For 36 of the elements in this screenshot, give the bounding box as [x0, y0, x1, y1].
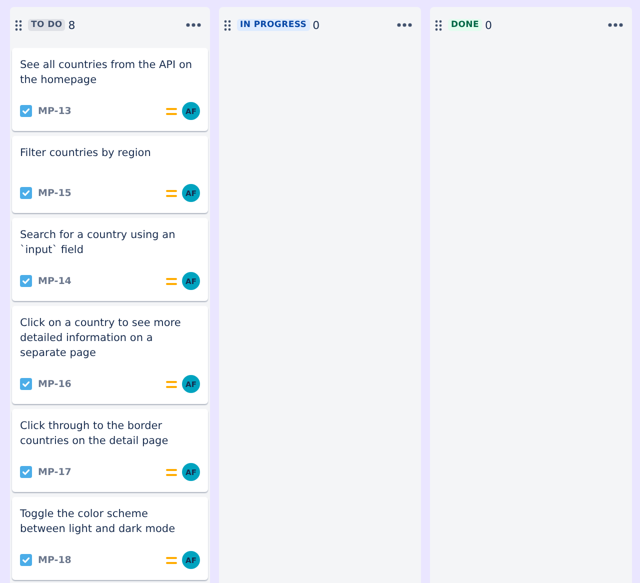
status-lozenge: DONE	[448, 19, 482, 31]
issue-title: Toggle the color scheme between light and dark mode	[20, 507, 176, 537]
task-icon	[20, 554, 32, 566]
priority-icon	[166, 468, 177, 476]
priority-icon	[166, 190, 177, 196]
issue-title: Click through to the border countries on the detail page	[20, 419, 170, 449]
issue-title: Filter countries by region	[20, 146, 152, 161]
issue-count: 0	[485, 18, 492, 32]
issue-key[interactable]: MP-15	[38, 188, 72, 198]
priority-icon	[166, 278, 177, 284]
more-icon	[186, 23, 201, 27]
issue-key[interactable]: MP-14	[38, 276, 72, 286]
task-icon	[20, 275, 32, 287]
issue-key[interactable]: MP-18	[38, 554, 72, 566]
priority-icon	[166, 556, 177, 564]
drag-handle-icon[interactable]	[15, 20, 22, 30]
issue-title: Click on a country to see more detailed information on a separate page	[20, 316, 182, 361]
issue-title: See all countries from the API on the homepage	[20, 58, 194, 88]
issue-key[interactable]: MP-13	[38, 106, 72, 116]
task-icon	[20, 105, 32, 117]
issue-title: Search for a country using an `input` field	[20, 228, 176, 258]
issue-count: 0	[312, 18, 320, 32]
issue-count: 8	[68, 18, 76, 32]
status-lozenge: TO DO	[28, 19, 66, 31]
issue-key[interactable]: MP-17	[38, 466, 72, 478]
issue-key[interactable]: MP-16	[38, 378, 72, 390]
status-lozenge: IN PROGRESS	[237, 19, 310, 31]
task-icon	[20, 378, 32, 390]
priority-icon	[166, 380, 177, 388]
drag-handle-icon[interactable]	[435, 20, 442, 30]
task-icon	[20, 187, 32, 199]
task-icon	[20, 466, 32, 478]
more-icon	[397, 23, 412, 27]
more-icon	[608, 23, 623, 27]
drag-handle-icon[interactable]	[224, 20, 231, 30]
priority-icon	[166, 108, 177, 114]
